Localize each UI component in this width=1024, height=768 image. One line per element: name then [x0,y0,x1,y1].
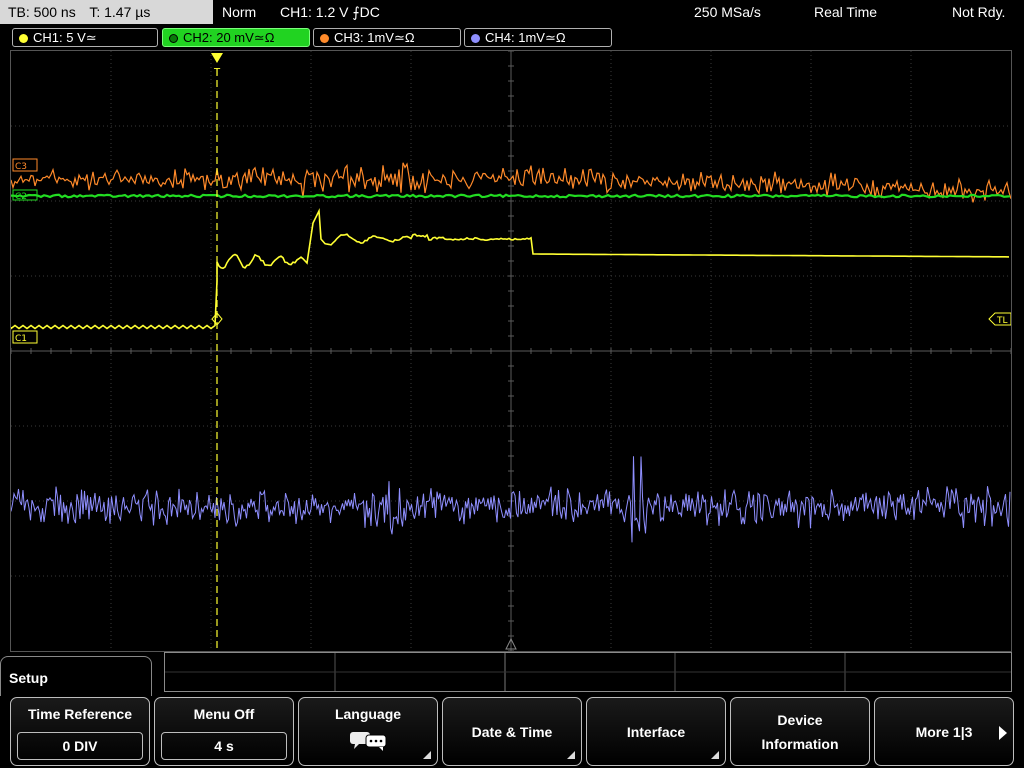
svg-text:C3: C3 [15,162,27,172]
measurement-strip-grid [165,653,1011,691]
ch1-label: CH1: 5 V≃ [33,30,97,45]
date-time-softkey[interactable]: Date & Time [442,697,582,766]
menu-title: Setup [0,656,152,696]
time-reference-value: 0 DIV [17,732,143,760]
ch1-color-dot [19,34,28,43]
trigger-source[interactable]: CH1: 1.2 V ⨍DC [280,0,380,24]
svg-text:C2: C2 [15,192,27,202]
submenu-corner-icon [567,751,575,759]
trigger-position-label: T [213,67,221,78]
device-information-label: Device Information [761,711,839,752]
ch3-color-dot [320,34,329,43]
menu-off-label: Menu Off [193,706,255,722]
tab-ch1[interactable]: CH1: 5 V≃ [12,28,158,47]
trigger-level-marker: TL [988,312,1011,326]
menu-off-softkey[interactable]: Menu Off 4 s [154,697,294,766]
speech-bubbles-icon [350,732,387,751]
graticule-grid [11,51,1011,651]
ch3-label: CH3: 1mV≃Ω [334,30,415,45]
ch2-trace [11,193,1011,199]
ch3-ground-marker: C3 [12,158,38,172]
ch4-label: CH4: 1mV≃Ω [485,30,566,45]
ch1-ground-marker: C1 [12,330,38,344]
interface-label: Interface [626,723,686,740]
sample-rate: 250 MSa/s [694,4,761,20]
tab-ch2[interactable]: CH2: 20 mV≃Ω [162,28,310,47]
ch1-trace [11,208,1010,330]
submenu-corner-icon [711,751,719,759]
waveform-display[interactable]: T C3 C2 C1 TL [10,50,1012,652]
language-softkey[interactable]: Language [298,697,438,766]
waveform-canvas[interactable]: T C3 C2 C1 TL [11,51,1011,651]
language-label: Language [334,706,402,722]
ch4-color-dot [471,34,480,43]
more-label: More 1|3 [915,723,973,740]
submenu-corner-icon [423,751,431,759]
acquisition-mode: Real Time [814,4,878,20]
ready-state: Not Rdy. [952,4,1006,20]
time-reference-label: Time Reference [27,706,132,722]
interface-softkey[interactable]: Interface [586,697,726,766]
menu-off-value: 4 s [161,732,287,760]
tab-ch3[interactable]: CH3: 1mV≃Ω [313,28,461,47]
svg-text:TL: TL [996,316,1008,326]
next-page-arrow-icon [999,726,1007,740]
status-bar: TB: 500 ns T: 1.47 µs Norm CH1: 1.2 V ⨍D… [0,0,1024,26]
ch2-color-dot [169,34,178,43]
device-information-softkey[interactable]: Device Information [730,697,870,766]
timebase-box[interactable]: TB: 500 ns T: 1.47 µs [0,0,213,24]
measurement-strip [164,652,1012,692]
trigger-position-marker [211,53,223,63]
svg-text:C1: C1 [15,334,27,344]
trigger-mode[interactable]: Norm [222,0,256,24]
timebase-value: TB: 500 ns [8,4,76,20]
date-time-label: Date & Time [471,723,553,740]
tab-ch4[interactable]: CH4: 1mV≃Ω [464,28,612,47]
time-reference-softkey[interactable]: Time Reference 0 DIV [10,697,150,766]
ch2-label: CH2: 20 mV≃Ω [183,30,275,45]
trigger-time-value: T: 1.47 µs [89,4,151,20]
more-softkey[interactable]: More 1|3 [874,697,1014,766]
